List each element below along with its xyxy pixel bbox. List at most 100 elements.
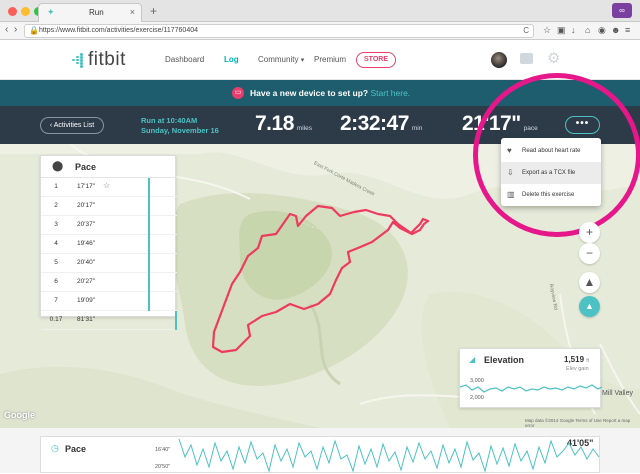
new-tab-button[interactable]: + xyxy=(150,4,157,18)
window-close-button[interactable] xyxy=(8,7,17,16)
menu-item-heart-rate[interactable]: ♥ Read about heart rate xyxy=(501,140,601,162)
activities-list-label: Activities List xyxy=(53,122,95,129)
exercise-options-menu: ♥ Read about heart rate ⇩ Export as a TC… xyxy=(501,138,601,206)
nav-dashboard[interactable]: Dashboard xyxy=(165,55,204,64)
nav-community[interactable]: Community ▾ xyxy=(258,55,304,64)
lock-icon: 🔒 xyxy=(29,26,39,35)
distance-value: 7.18 xyxy=(255,112,294,135)
split-pace: 20'27" xyxy=(77,278,96,285)
heart-icon: ♥ xyxy=(507,146,512,155)
fitbit-logo[interactable]: fitbit xyxy=(88,49,126,71)
elevation-chart xyxy=(460,384,602,393)
pace-chart-svg xyxy=(178,438,600,473)
fitbit-favicon-icon: ✦ xyxy=(47,7,55,17)
pace-split-row: 0.17 81'31" xyxy=(41,311,177,330)
split-number: 1 xyxy=(54,183,58,190)
nav-premium[interactable]: Premium xyxy=(314,55,346,64)
pace-split-row: 4 19'46" xyxy=(41,235,177,254)
private-browsing-icon[interactable]: ∞ xyxy=(612,3,632,18)
smiley-icon[interactable]: ☻ xyxy=(611,25,620,35)
exercise-title: Run at 10:40AM Sunday, November 16 xyxy=(141,116,219,136)
reader-icon[interactable]: ◉ xyxy=(598,25,606,36)
split-number: 7 xyxy=(54,297,58,304)
pace-split-row: 1 17'17" ☆ xyxy=(41,178,177,197)
zoom-in-button[interactable]: + xyxy=(579,222,600,243)
avatar[interactable] xyxy=(491,52,507,68)
browser-tab[interactable]: ✦ Run × xyxy=(38,3,142,22)
split-pace-bar xyxy=(148,254,150,273)
location-pin-icon: ⬤ xyxy=(52,161,64,172)
menu-item-label: Export as a TCX file xyxy=(522,170,576,176)
menu-item-export-tcx[interactable]: ⇩ Export as a TCX file xyxy=(501,162,601,184)
export-icon: ⇩ xyxy=(507,168,514,177)
split-pace: 20'17" xyxy=(77,202,96,209)
split-pace: 19'09" xyxy=(77,297,96,304)
split-number: 3 xyxy=(54,221,58,228)
tab-close-icon[interactable]: × xyxy=(130,7,135,17)
map-label-city: Mill Valley xyxy=(602,390,633,397)
split-number: 5 xyxy=(54,259,58,266)
split-pace-bar xyxy=(148,235,150,254)
chat-icon[interactable] xyxy=(520,53,533,64)
pace-splits-header: ⬤ Pace xyxy=(41,156,177,178)
chevron-left-icon: ‹ xyxy=(49,122,53,129)
window-minimize-button[interactable] xyxy=(21,7,30,16)
split-pace: 19'46" xyxy=(77,240,96,247)
browser-url-bar: ‹ › 🔒 https://www.fitbit.com/activities/… xyxy=(0,22,640,40)
split-number: 0.17 xyxy=(49,316,63,323)
stat-distance: 7.18 miles xyxy=(255,112,312,136)
chevron-down-icon: ▾ xyxy=(300,57,305,64)
split-number: 4 xyxy=(54,240,58,247)
split-number: 2 xyxy=(54,202,58,209)
star-icon: ☆ xyxy=(103,181,111,190)
split-pace: 20'37" xyxy=(77,221,96,228)
pace-splits-title: Pace xyxy=(75,162,97,172)
pace-chart-line xyxy=(178,438,600,473)
download-icon[interactable]: ↓ xyxy=(571,25,576,35)
reload-icon[interactable]: C xyxy=(523,26,529,35)
route-view-icon[interactable]: ▲ xyxy=(579,296,600,317)
menu-item-delete[interactable]: ▥ Delete this exercise xyxy=(501,184,601,206)
zoom-out-button[interactable]: − xyxy=(579,243,600,264)
menu-item-label: Delete this exercise xyxy=(522,192,575,198)
menu-icon[interactable]: ≡ xyxy=(625,25,630,35)
forward-icon[interactable]: › xyxy=(14,24,17,35)
exercise-date: Sunday, November 16 xyxy=(141,126,219,135)
split-number: 6 xyxy=(54,278,58,285)
split-pace: 20'40" xyxy=(77,259,96,266)
banner-text: Have a new device to set up? xyxy=(250,88,369,98)
pace-chart-panel: ◷ Pace 16'40" 20'50" 41'05" xyxy=(40,436,600,473)
clipboard-icon[interactable]: ▣ xyxy=(557,25,566,36)
menu-item-label: Read about heart rate xyxy=(522,148,581,154)
pace-split-row: 2 20'17" xyxy=(41,197,177,216)
start-here-link[interactable]: Start here. xyxy=(370,88,410,98)
browser-tab-bar: ✦ Run × + ∞ xyxy=(0,0,640,22)
split-pace: 17'17" xyxy=(77,183,96,190)
url-text: https://www.fitbit.com/activities/exerci… xyxy=(39,27,199,34)
store-button[interactable]: STORE xyxy=(356,52,396,68)
url-input[interactable]: 🔒 https://www.fitbit.com/activities/exer… xyxy=(24,24,534,38)
map-terms[interactable]: Map data ©2014 Google Terms of Use Repor… xyxy=(525,418,640,428)
elevation-panel: ◢ Elevation 1,519 ft Elev gain 3,000 2,0… xyxy=(459,348,602,408)
star-icon[interactable]: ☆ xyxy=(543,25,551,36)
duration-value: 2:32:47 xyxy=(340,112,409,135)
more-options-button[interactable]: ••• xyxy=(565,116,600,134)
split-pace: 81'31" xyxy=(77,316,96,323)
home-icon[interactable]: ⌂ xyxy=(585,25,590,35)
terrain-view-icon[interactable]: ▲ xyxy=(579,272,600,293)
stat-duration: 2:32:47 min xyxy=(340,112,422,136)
gear-icon[interactable]: ⚙ xyxy=(547,49,560,67)
activities-list-button[interactable]: ‹ Activities List xyxy=(40,117,104,134)
elevation-line xyxy=(460,384,602,393)
split-pace-bar xyxy=(148,197,150,216)
nav-community-label: Community xyxy=(258,55,299,64)
duration-unit: min xyxy=(411,125,423,132)
pace-splits-panel: ⬤ Pace 1 17'17" ☆ 2 20'17" 3 20'37" 4 19'46" 5 20'… xyxy=(40,155,177,330)
pace-split-row: 5 20'40" xyxy=(41,254,177,273)
fitbit-logo-icon xyxy=(72,53,86,68)
device-icon: ▭ xyxy=(232,87,244,99)
distance-unit: miles xyxy=(296,125,313,132)
split-pace-bar xyxy=(148,216,150,235)
back-icon[interactable]: ‹ xyxy=(5,24,8,35)
nav-log[interactable]: Log xyxy=(224,55,239,64)
